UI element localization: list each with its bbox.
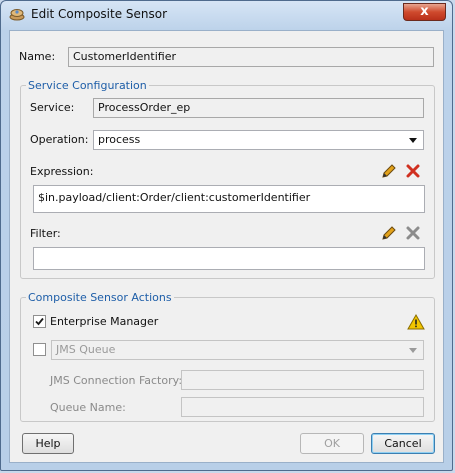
service-label: Service: — [30, 101, 75, 114]
jms-type-value: JMS Queue — [56, 343, 116, 356]
operation-label: Operation: — [30, 133, 89, 146]
warning-triangle-icon — [407, 313, 425, 331]
service-configuration-legend: Service Configuration — [26, 79, 149, 92]
name-field[interactable]: CustomerIdentifier — [68, 47, 434, 67]
help-button[interactable]: Help — [22, 433, 74, 454]
dialog-content: Name: CustomerIdentifier Service Configu… — [9, 30, 444, 463]
enterprise-manager-checkbox[interactable] — [33, 315, 46, 328]
jms-queue-checkbox[interactable] — [33, 343, 46, 356]
chevron-down-icon — [409, 348, 417, 353]
expression-field[interactable]: $in.payload/client:Order/client:customer… — [33, 185, 425, 213]
title-bar[interactable]: Edit Composite Sensor x — [1, 1, 452, 27]
service-field[interactable]: ProcessOrder_ep — [93, 98, 424, 118]
operation-value: process — [98, 133, 141, 146]
dialog-title: Edit Composite Sensor — [31, 7, 168, 21]
jms-type-select[interactable]: JMS Queue — [51, 340, 424, 360]
close-button[interactable]: x — [403, 3, 446, 21]
name-label: Name: — [19, 50, 56, 63]
sensor-app-icon — [9, 7, 25, 21]
chevron-down-icon — [409, 138, 417, 143]
edit-expression-pencil-icon[interactable] — [380, 162, 398, 180]
composite-sensor-actions-legend: Composite Sensor Actions — [26, 291, 174, 304]
delete-expression-x-icon[interactable] — [404, 162, 422, 180]
ok-button[interactable]: OK — [300, 433, 364, 454]
service-configuration-group: Service Configuration Service: ProcessOr… — [20, 79, 435, 279]
queue-name-field[interactable] — [181, 397, 424, 417]
jms-connection-factory-field[interactable] — [181, 370, 424, 390]
dialog-window: Edit Composite Sensor x Name: CustomerId… — [0, 0, 453, 471]
enterprise-manager-label: Enterprise Manager — [50, 315, 159, 328]
jms-connection-factory-label: JMS Connection Factory: — [50, 374, 183, 387]
close-icon: x — [420, 4, 429, 19]
edit-filter-pencil-icon[interactable] — [380, 224, 398, 242]
composite-sensor-actions-group: Composite Sensor Actions Enterprise Mana… — [20, 291, 435, 422]
expression-label: Expression: — [30, 165, 94, 178]
operation-select[interactable]: process — [93, 130, 424, 150]
delete-filter-x-icon[interactable] — [404, 224, 422, 242]
cancel-button[interactable]: Cancel — [371, 433, 435, 454]
filter-label: Filter: — [30, 227, 61, 240]
queue-name-label: Queue Name: — [50, 401, 126, 414]
filter-field[interactable] — [33, 247, 425, 270]
